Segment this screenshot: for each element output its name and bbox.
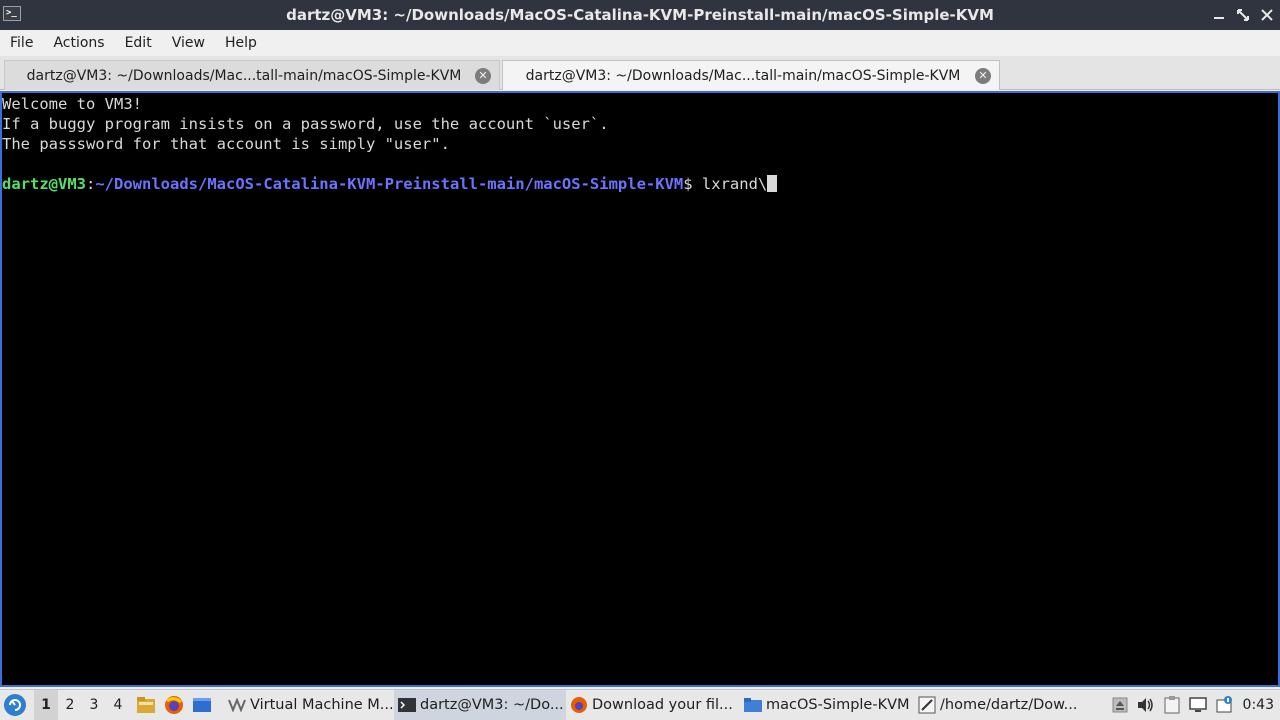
menu-help[interactable]: Help [215,30,267,56]
prompt-symbol: $ [683,175,702,193]
firefox-launcher-icon[interactable] [162,693,186,717]
text-cursor [767,175,778,192]
minimize-icon[interactable] [1212,8,1226,22]
volume-icon[interactable] [1137,696,1155,714]
menu-bar: File Actions Edit View Help [0,30,1280,56]
maximize-icon[interactable] [1236,8,1250,22]
task-file-manager[interactable]: macOS-Simple-KVM [740,690,914,720]
tab-close-icon[interactable]: ✕ [475,67,491,84]
system-tray: 0:43 [1111,690,1280,720]
terminal-app-icon[interactable]: >_ [3,6,21,21]
tab-terminal-1[interactable]: dartz@VM3: ~/Downloads/Mac...tall-main/m… [4,60,500,90]
firefox-icon [570,697,588,713]
task-virt-manager[interactable]: Virtual Machine M... [224,690,394,720]
desktop-1[interactable]: 1 [34,690,58,720]
task-label: /home/dartz/Dow... [940,697,1078,713]
close-icon[interactable] [1260,8,1274,22]
desktop-launcher-icon[interactable] [190,693,214,717]
folder-icon [744,697,762,713]
terminal-line: If a buggy program insists on a password… [2,115,609,133]
prompt-separator: : [86,175,96,193]
eject-icon[interactable] [1111,696,1129,714]
tab-terminal-2[interactable]: dartz@VM3: ~/Downloads/Mac...tall-main/m… [502,60,1000,90]
menu-file[interactable]: File [0,30,43,56]
tab-bar: dartz@VM3: ~/Downloads/Mac...tall-main/m… [0,56,1280,90]
task-label: Virtual Machine M... [250,697,394,713]
virt-manager-icon [228,697,246,713]
display-icon[interactable] [1188,696,1207,714]
command-input[interactable]: lxrand\ [702,175,767,193]
menu-view[interactable]: View [162,30,215,56]
task-text-editor[interactable]: /home/dartz/Dow... [914,690,1084,720]
terminal-icon [398,697,416,713]
terminal-line: The passsword for that account is simply… [2,135,450,153]
prompt-line[interactable]: dartz@VM3:~/Downloads/MacOS-Catalina-KVM… [2,174,1278,194]
prompt-path: ~/Downloads/MacOS-Catalina-KVM-Preinstal… [95,175,684,193]
menu-edit[interactable]: Edit [115,30,162,56]
terminal-window: >_ dartz@VM3: ~/Downloads/MacOS-Catalina… [0,0,1280,720]
window-controls [1212,0,1274,30]
task-label: macOS-Simple-KVM [766,697,910,713]
task-label: Download your fil... [592,697,733,713]
tab-close-icon[interactable]: ✕ [975,67,991,84]
tab-label: dartz@VM3: ~/Downloads/Mac...tall-main/m… [26,67,462,84]
text-editor-icon [918,696,936,714]
title-bar[interactable]: >_ dartz@VM3: ~/Downloads/MacOS-Catalina… [0,0,1280,30]
desktop-2[interactable]: 2 [58,690,82,720]
desktop-3[interactable]: 3 [82,690,106,720]
clock[interactable]: 0:43 [1243,697,1274,713]
tab-label: dartz@VM3: ~/Downloads/Mac...tall-main/m… [525,67,961,84]
window-title: dartz@VM3: ~/Downloads/MacOS-Catalina-KV… [286,6,994,24]
menu-actions[interactable]: Actions [43,30,114,56]
task-firefox[interactable]: Download your fil... [566,690,740,720]
clipboard-icon[interactable] [1163,696,1181,714]
task-label: dartz@VM3: ~/Do... [420,697,564,713]
desktop-4[interactable]: 4 [106,690,130,720]
terminal-output[interactable]: Welcome to VM3! If a buggy program insis… [0,91,1280,687]
prompt-user-host: dartz@VM3 [2,175,86,193]
file-manager-launcher-icon[interactable] [134,693,158,717]
network-icon[interactable] [1215,696,1233,714]
taskbar: 1 2 3 4 Virtual Machine M... dartz@VM3: … [0,689,1280,720]
start-menu-icon[interactable] [4,694,26,716]
task-terminal[interactable]: dartz@VM3: ~/Do... [394,690,566,720]
terminal-line: Welcome to VM3! [2,95,142,113]
